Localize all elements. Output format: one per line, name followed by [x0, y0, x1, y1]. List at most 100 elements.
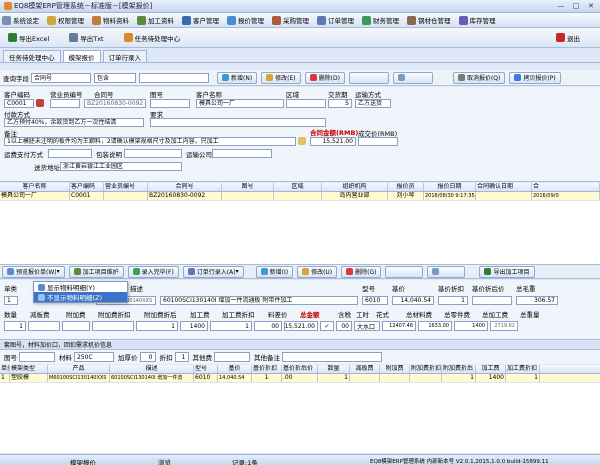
- col-more[interactable]: 合: [532, 183, 600, 191]
- info-drawing-input[interactable]: [19, 352, 55, 362]
- val-extra-after[interactable]: 1: [136, 321, 178, 331]
- col-base[interactable]: 基价: [218, 365, 252, 373]
- detail-gross-weight-input[interactable]: 306.57: [516, 296, 558, 305]
- close-button[interactable]: ✕: [585, 1, 597, 11]
- address-input[interactable]: 浙江黄岩银江工业园区: [60, 162, 182, 171]
- lookup-icon[interactable]: [36, 99, 44, 107]
- col-extra-disc[interactable]: 附加费折扣: [410, 365, 442, 373]
- val-proc[interactable]: 1400: [180, 321, 208, 331]
- val-reduce[interactable]: [28, 321, 60, 331]
- export-txt-button[interactable]: 导出Txt: [65, 30, 107, 46]
- delivery-input[interactable]: 5: [328, 99, 352, 108]
- remarks-input[interactable]: 1以上模胚未注明的板件均为王鋼料，2请确认模架规格尺寸及加工内容，只加工: [4, 137, 296, 146]
- col-base-disc[interactable]: 基价折扣: [252, 365, 282, 373]
- col-organization[interactable]: 组织机构: [322, 183, 388, 191]
- table-row[interactable]: 1 塑胶模 M60100SCI130140XXS 60100SCI130140I…: [0, 374, 600, 383]
- table-row[interactable]: 模具公司一厂 C0001 BZ20160830-0092 岛内营业部 刘小琴 2…: [0, 192, 600, 201]
- col-base-after[interactable]: 基价折后价: [282, 365, 318, 373]
- process-maintain-button[interactable]: 加工项目维护: [68, 265, 124, 278]
- menu-quotes[interactable]: 报价管理: [227, 15, 264, 25]
- col-mold-type[interactable]: 模架类型: [10, 365, 48, 373]
- edit-button[interactable]: 修改(E): [261, 71, 301, 84]
- salesman-input[interactable]: [50, 99, 80, 108]
- detail-type-input[interactable]: 1: [4, 296, 18, 305]
- detail-model-input[interactable]: 6010: [362, 296, 388, 305]
- delete-button[interactable]: 删除(D): [304, 71, 345, 84]
- val-extra-disc[interactable]: [92, 321, 134, 331]
- col-product[interactable]: 产品: [48, 365, 110, 373]
- carrier-input[interactable]: [212, 149, 272, 158]
- preview-quote-button[interactable]: 预览报价单(W) ▾: [2, 265, 65, 278]
- query-op-select[interactable]: 包含: [94, 72, 136, 83]
- col-qty[interactable]: 数量: [318, 365, 350, 373]
- detail-base-discount-input[interactable]: 1: [438, 296, 468, 305]
- val-mat-diff[interactable]: 00: [254, 321, 282, 331]
- col-proc[interactable]: 加工费: [476, 365, 506, 373]
- menu-materials[interactable]: 物料资料: [92, 15, 129, 25]
- order-entry-button[interactable]: 订单行录入(A) ▾: [182, 265, 244, 278]
- export-excel-button[interactable]: 导出Excel: [4, 30, 53, 46]
- info-markup-input[interactable]: 0: [139, 352, 156, 362]
- copy-quote-button[interactable]: 拷贝报价(P): [509, 71, 561, 84]
- menu-system[interactable]: 系统设定: [2, 15, 39, 25]
- query-value-input[interactable]: [139, 72, 209, 83]
- col-customer-name[interactable]: 客户名称: [0, 183, 70, 191]
- edit-remarks-icon[interactable]: [298, 137, 306, 145]
- detail-base-price-input[interactable]: 14,040.54: [392, 296, 434, 305]
- detail-desc-input[interactable]: 60100SCI130140I 增加一件流通板 附带件加工: [160, 296, 358, 305]
- region-input[interactable]: [286, 99, 326, 108]
- menu-processing[interactable]: 加工资料: [137, 15, 174, 25]
- tab-order-entry[interactable]: 订单行录入: [102, 50, 147, 62]
- col-region[interactable]: 区域: [274, 183, 322, 191]
- menu-item-hide-materials[interactable]: 不显示物料明细(Z): [34, 292, 127, 302]
- val-tax-checkbox[interactable]: ✓: [320, 321, 334, 331]
- export-process-button[interactable]: 导出加工项目: [479, 265, 535, 278]
- val-total-material[interactable]: 12407.46: [382, 321, 416, 331]
- col-type[interactable]: 单类: [0, 365, 10, 373]
- col-reduce[interactable]: 减板费: [350, 365, 380, 373]
- val-total-proc[interactable]: 1400: [454, 321, 488, 331]
- info-other-input[interactable]: [214, 352, 250, 362]
- col-extra[interactable]: 附加费: [380, 365, 410, 373]
- maximize-button[interactable]: □: [570, 1, 582, 11]
- info-material-input[interactable]: 250C: [74, 352, 114, 362]
- requirements-input[interactable]: [150, 118, 326, 127]
- val-style[interactable]: 大水口: [354, 321, 380, 331]
- val-qty[interactable]: 1: [4, 321, 26, 331]
- freight-pay-select[interactable]: [48, 149, 92, 158]
- col-contract[interactable]: 合同号: [148, 183, 222, 191]
- payment-input[interactable]: 乙方预付40%，余款货到乙方一次性结清: [4, 118, 144, 127]
- val-hours[interactable]: 00: [336, 321, 352, 331]
- menu-inventory[interactable]: 库存管理: [458, 15, 496, 25]
- detail-base-after-input[interactable]: [472, 296, 512, 305]
- col-model[interactable]: 型号: [194, 365, 218, 373]
- detail-new-button[interactable]: 新增(I): [255, 265, 294, 278]
- task-center-button[interactable]: 任务待处理中心: [120, 30, 185, 46]
- entry-done-button[interactable]: 录入完毕(F): [127, 265, 179, 278]
- drawing-input[interactable]: [150, 99, 190, 108]
- new-button[interactable]: 新增(N): [217, 71, 258, 84]
- menu-orders[interactable]: 订单管理: [317, 15, 354, 25]
- val-proc-disc[interactable]: 1: [210, 321, 252, 331]
- save-button[interactable]: [348, 71, 389, 84]
- tab-quote[interactable]: 模架报价: [62, 50, 101, 62]
- col-customer-code[interactable]: 客户编码: [70, 183, 104, 191]
- col-quote-date[interactable]: 报价日期: [424, 183, 476, 191]
- val-total-parts[interactable]: 1633.00: [418, 321, 452, 331]
- shipping-select[interactable]: 乙方送货: [355, 99, 391, 108]
- col-proc-disc[interactable]: 加工费折扣: [506, 365, 540, 373]
- menu-finance[interactable]: 财务管理: [362, 15, 399, 25]
- contract-amount-input[interactable]: 15,521.00: [310, 137, 356, 146]
- menu-steel-warehouse[interactable]: 钢材仓管理: [407, 15, 451, 25]
- col-extra-after[interactable]: 附加费折后: [442, 365, 476, 373]
- detail-undo-button[interactable]: [427, 265, 466, 278]
- info-note-input[interactable]: [282, 352, 382, 362]
- cancel-quote-button[interactable]: 取消报价(Q): [452, 71, 506, 84]
- menu-purchasing[interactable]: 采购管理: [272, 15, 309, 25]
- menu-permissions[interactable]: 权限管理: [47, 15, 84, 25]
- menu-customers[interactable]: 客户管理: [182, 15, 219, 25]
- val-total-weight[interactable]: 2719.62: [490, 321, 518, 331]
- menu-item-show-materials[interactable]: 显示物料明细(Y): [34, 282, 127, 292]
- col-drawing[interactable]: 图号: [222, 183, 274, 191]
- detail-save-button[interactable]: [385, 265, 424, 278]
